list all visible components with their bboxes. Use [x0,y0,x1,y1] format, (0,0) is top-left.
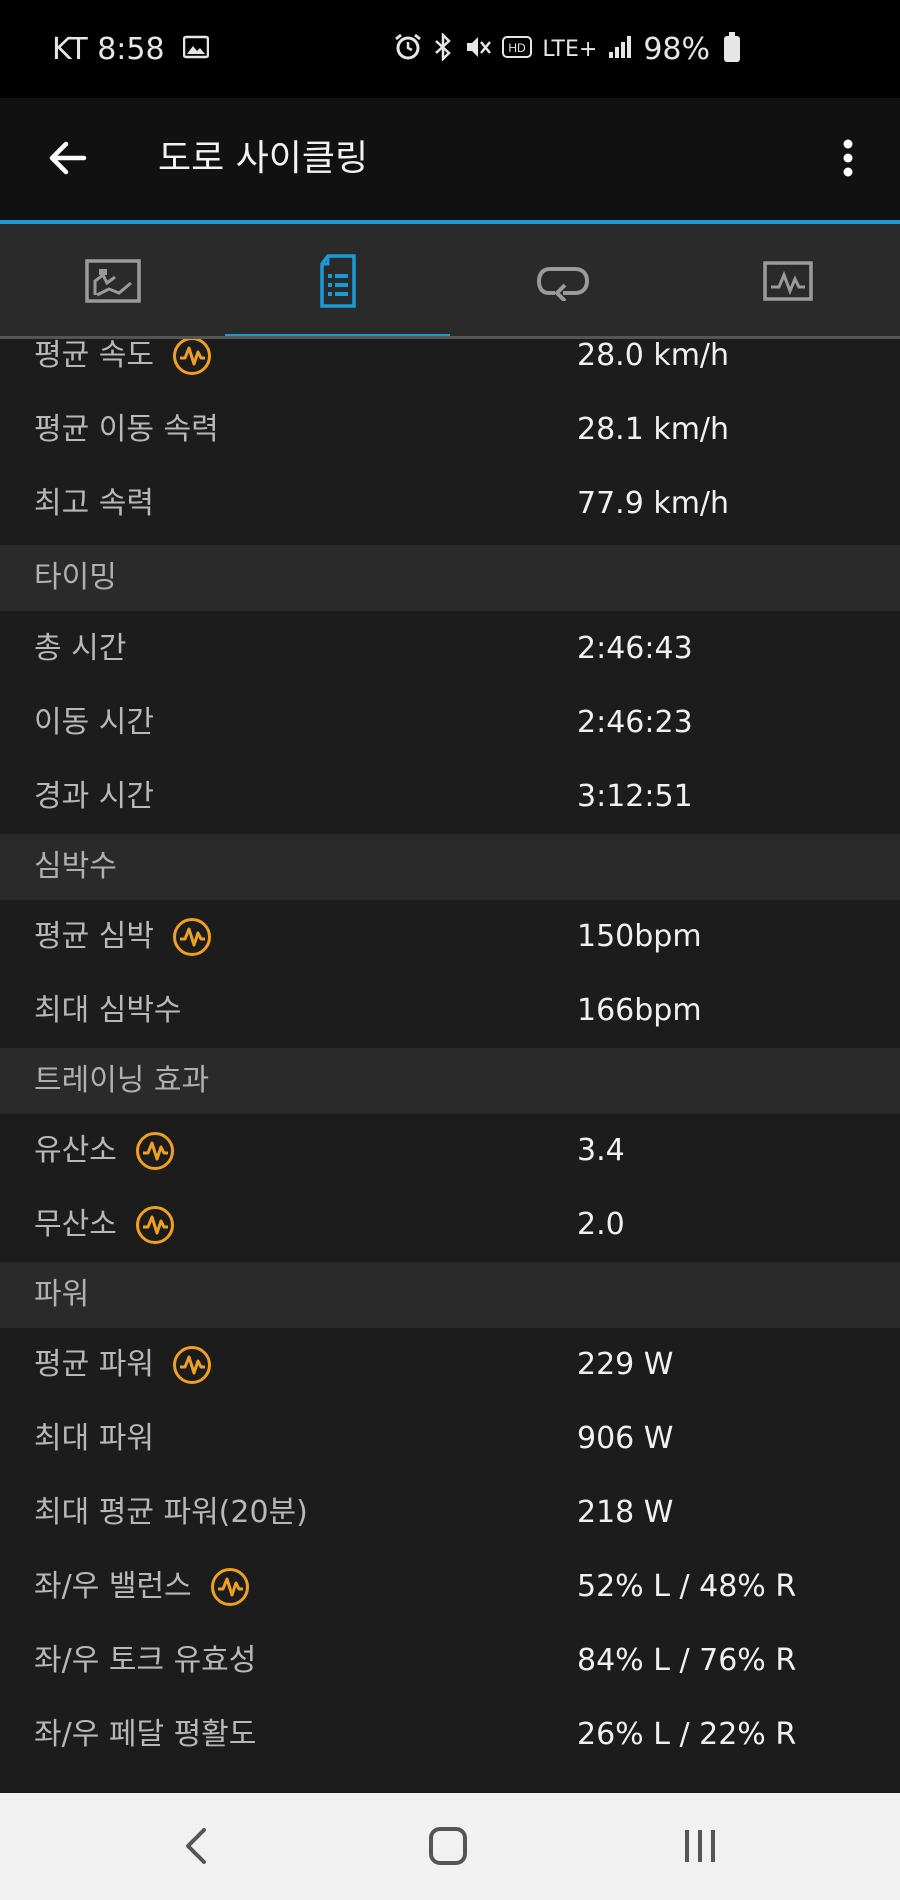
row-label: 평균 속도 [34,339,154,373]
row-value: 906 W [577,1421,674,1456]
arrow-left-icon [49,141,87,175]
row-moving-time: 이동 시간 2:46:23 [0,686,900,760]
section-header-training-effect: 트레이닝 효과 [0,1048,900,1114]
row-anaerobic: 무산소 2.0 [0,1188,900,1262]
status-right: HD LTE+ 98% [394,0,740,98]
row-label: 평균 파워 [34,1347,154,1382]
row-label: 이동 시간 [34,705,154,740]
tab-charts[interactable] [675,224,900,338]
back-button[interactable] [38,128,98,188]
lte-label: LTE+ [542,36,598,62]
row-value: 26% L / 22% R [577,1717,797,1752]
row-label: 총 시간 [34,631,127,666]
row-elapsed-time: 경과 시간 3:12:51 [0,760,900,834]
recent-apps-icon [685,1830,715,1862]
tab-laps[interactable] [450,224,675,338]
nav-recent-apps-button[interactable] [660,1813,740,1879]
row-label: 최대 파워 [34,1421,154,1456]
insight-badge-icon[interactable] [172,917,212,957]
status-bar: KT 8:58 HD LTE+ 98% [0,0,900,98]
status-left: KT 8:58 [52,0,209,98]
row-value: 28.1 km/h [577,412,730,447]
hd-icon: HD [502,35,533,64]
map-image-icon [84,259,141,303]
row-value: 52% L / 48% R [577,1569,797,1604]
section-title: 타이밍 [34,560,117,595]
row-avg-speed: 평균 속도 28.0 km/h [0,339,900,393]
row-value: 218 W [577,1495,674,1530]
signal-icon [607,34,633,65]
row-value: 84% L / 76% R [577,1643,797,1678]
row-value: 2.0 [577,1207,625,1242]
row-value: 77.9 km/h [577,486,730,521]
mute-icon [464,33,492,66]
row-label: 평균 이동 속력 [34,412,219,447]
bluetooth-icon [432,31,454,66]
gallery-icon [182,35,209,64]
insight-badge-icon[interactable] [210,1567,250,1607]
insight-badge-icon[interactable] [172,339,212,376]
row-total-time: 총 시간 2:46:43 [0,612,900,686]
more-vertical-icon [843,139,853,177]
row-value: 3.4 [577,1133,625,1168]
row-label: 평균 심박 [34,919,154,954]
section-title: 트레이닝 효과 [34,1063,210,1098]
home-nav-icon [429,1827,467,1865]
page-title: 도로 사이클링 [158,138,369,179]
nav-back-button[interactable] [156,1813,236,1879]
insight-badge-icon[interactable] [135,1205,175,1245]
section-title: 심박수 [34,849,117,884]
section-header-heart-rate: 심박수 [0,834,900,900]
battery-percent: 98% [643,31,710,67]
row-label: 유산소 [34,1133,117,1168]
nav-home-button[interactable] [408,1813,488,1879]
more-options-button[interactable] [818,128,878,188]
row-max-hr: 최대 심박수 166bpm [0,974,900,1048]
insight-badge-icon[interactable] [172,1345,212,1385]
row-max-speed: 최고 속력 77.9 km/h [0,467,900,541]
graph-icon [762,261,813,301]
insight-badge-icon[interactable] [135,1131,175,1171]
tab-bar [0,224,900,338]
row-lr-torque-effectiveness: 좌/우 토크 유효성 84% L / 76% R [0,1624,900,1698]
loop-icon [536,267,589,301]
row-label: 무산소 [34,1207,117,1242]
system-nav-bar [0,1793,900,1900]
row-max-avg-power-20min: 최대 평균 파워(20분) 218 W [0,1476,900,1550]
row-max-power: 최대 파워 906 W [0,1402,900,1476]
row-label: 최대 심박수 [34,993,182,1028]
row-value: 229 W [577,1347,674,1382]
row-value: 3:12:51 [577,779,693,814]
carrier-time: KT 8:58 [52,31,165,67]
row-lr-pedal-smoothness: 좌/우 페달 평활도 26% L / 22% R [0,1698,900,1772]
row-value: 166bpm [577,993,702,1028]
row-value: 2:46:43 [577,631,693,666]
row-value: 28.0 km/h [577,339,730,373]
back-nav-icon [186,1828,206,1864]
battery-icon [724,32,740,62]
section-title: 파워 [34,1277,90,1312]
section-header-timing: 타이밍 [0,545,900,611]
app-bar: 도로 사이클링 [0,98,900,220]
row-aerobic: 유산소 3.4 [0,1114,900,1188]
svg-text:HD: HD [509,41,527,55]
tab-stats[interactable] [225,224,450,338]
row-label: 좌/우 페달 평활도 [34,1717,257,1752]
row-value: 2:46:23 [577,705,693,740]
row-value: 150bpm [577,919,702,954]
alarm-icon [394,33,422,66]
row-avg-hr: 평균 심박 150bpm [0,900,900,974]
row-label: 좌/우 밸런스 [34,1569,192,1604]
tab-overview[interactable] [0,224,225,338]
row-label: 최고 속력 [34,486,154,521]
row-avg-power: 평균 파워 229 W [0,1328,900,1402]
row-label: 좌/우 토크 유효성 [34,1643,257,1678]
section-header-power: 파워 [0,1262,900,1328]
row-avg-moving-speed: 평균 이동 속력 28.1 km/h [0,393,900,467]
row-label: 경과 시간 [34,779,154,814]
document-list-icon [319,254,356,308]
row-label: 최대 평균 파워(20분) [34,1495,308,1530]
row-lr-balance: 좌/우 밸런스 52% L / 48% R [0,1550,900,1624]
stats-list[interactable]: 평균 속도 28.0 km/h 평균 이동 속력 28.1 km/h 최고 속력… [0,339,900,1793]
